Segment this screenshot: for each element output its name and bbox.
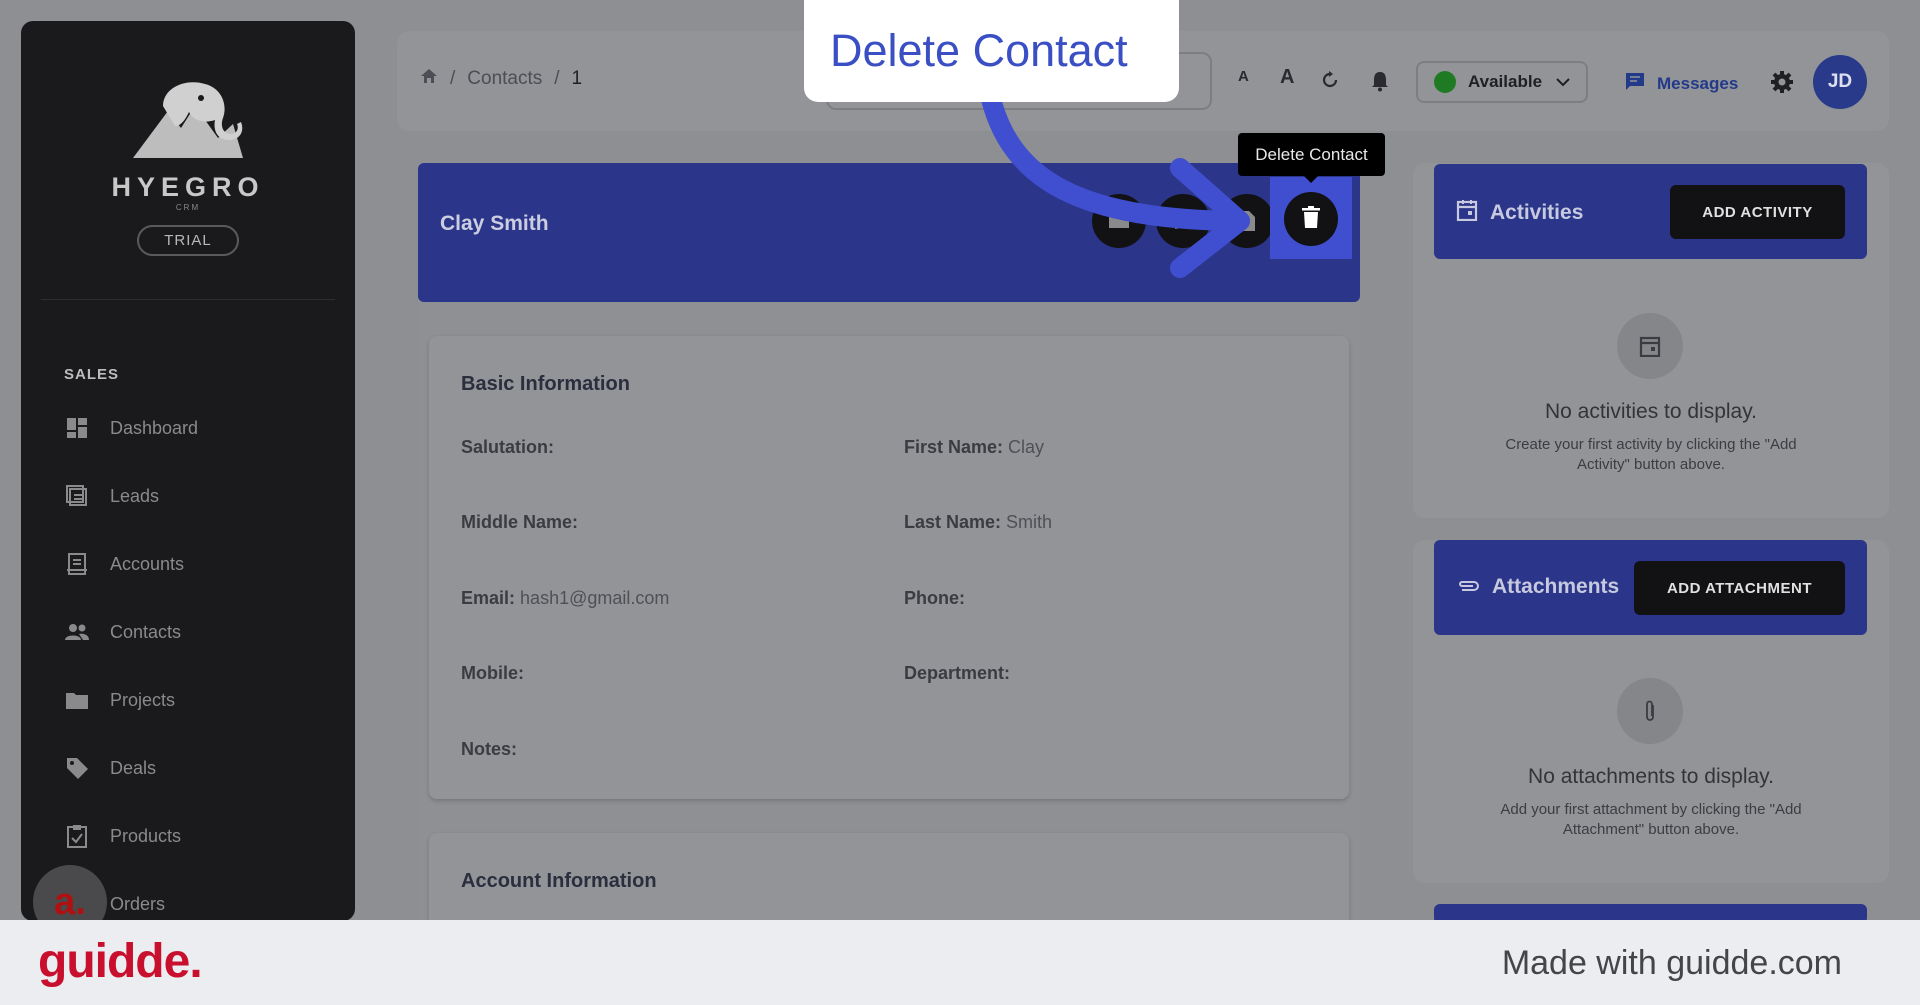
made-with-text[interactable]: Made with guidde.com [1502, 944, 1842, 983]
guidde-logo[interactable]: guidde. [38, 934, 203, 989]
callout-label: Delete Contact [804, 0, 1179, 102]
callout-arrow [980, 85, 1250, 278]
